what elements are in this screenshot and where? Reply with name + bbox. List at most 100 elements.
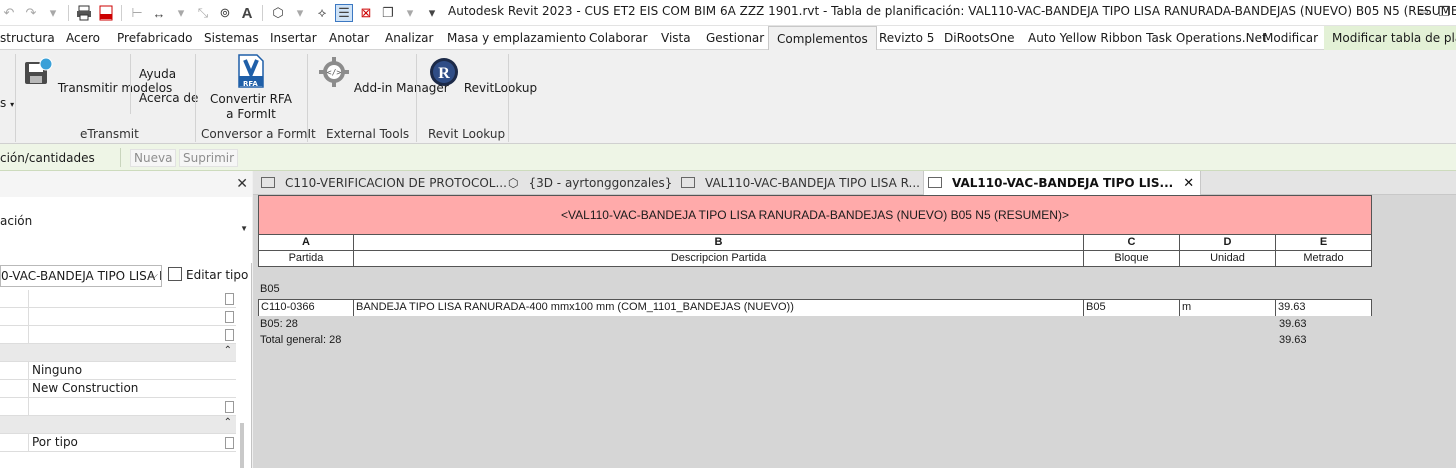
cell-bloque[interactable]: B05 — [1084, 300, 1180, 316]
schedule-title[interactable]: <VAL110-VAC-BANDEJA TIPO LISA RANURADA-B… — [258, 195, 1372, 235]
collapse-icon[interactable]: ⌃ — [224, 417, 232, 428]
transmit-models-button[interactable]: Transmitir modelos — [22, 56, 172, 96]
tag-icon[interactable]: ⊚ — [216, 4, 234, 22]
dimension-icon[interactable]: ↔ — [150, 4, 168, 22]
angle-icon[interactable]: ⤡ — [194, 4, 212, 22]
view-tab[interactable]: C110-VERIFICACION DE PROTOCOL... — [261, 171, 507, 195]
header-descripcion[interactable]: Descripcion Partida — [354, 251, 1084, 267]
3d-view-icon[interactable]: ⬡ — [269, 4, 287, 22]
tab-anotar[interactable]: Anotar — [329, 26, 369, 50]
tab-prefabricado[interactable]: Prefabricado — [117, 26, 192, 50]
instance-selector[interactable]: 0-VAC-BANDEJA TIPO LISA F ⌵ — [0, 265, 162, 287]
edit-type-button[interactable]: Editar tipo — [168, 265, 248, 287]
tab-analizar[interactable]: Analizar — [385, 26, 433, 50]
tab-complementos[interactable]: Complementos — [768, 26, 877, 51]
column-letter-e[interactable]: E — [1276, 235, 1372, 251]
cell-partida[interactable]: C110-0366 — [258, 300, 354, 316]
close-icon[interactable]: ✕ — [236, 175, 248, 192]
switch-dropdown-icon[interactable]: ▾ — [401, 4, 419, 22]
edit-type-label: Editar tipo — [186, 268, 249, 282]
convert-rfa-button[interactable]: RFA Convertir RFA a FormIt — [210, 54, 292, 122]
nueva-button[interactable]: Nueva — [130, 149, 177, 167]
property-browse-button[interactable] — [225, 329, 234, 341]
grand-total-value[interactable]: 39.63 — [1279, 334, 1307, 346]
property-group-header[interactable]: ⌃ — [0, 344, 236, 362]
switch-windows-icon[interactable]: ❐ — [379, 4, 397, 22]
properties-scrollbar[interactable] — [240, 423, 244, 468]
property-row[interactable] — [0, 308, 236, 326]
print-icon[interactable] — [75, 4, 93, 22]
subtotal-value[interactable]: 39.63 — [1279, 318, 1307, 330]
redo-icon[interactable]: ↷ — [22, 4, 40, 22]
close-hidden-icon[interactable]: ⊠ — [357, 4, 375, 22]
revit-lookup-icon: R — [430, 58, 458, 86]
suprimir-button[interactable]: Suprimir — [179, 149, 239, 167]
dimension-dropdown-icon[interactable]: ▾ — [172, 4, 190, 22]
column-letter-c[interactable]: C — [1084, 235, 1180, 251]
tab-modificar-tabla[interactable]: Modificar tabla de plan — [1324, 26, 1456, 50]
property-browse-button[interactable] — [225, 401, 234, 413]
schedule-icon — [681, 177, 695, 188]
property-row[interactable] — [0, 326, 236, 344]
tab-gestionar[interactable]: Gestionar — [706, 26, 764, 50]
measure-icon[interactable]: ⊢ — [128, 4, 146, 22]
search-back-icon[interactable]: ⇦ — [1417, 4, 1428, 20]
3d-dropdown-icon[interactable]: ▾ — [291, 4, 309, 22]
add-in-manager-button[interactable]: </> Add-in Manager — [318, 56, 449, 96]
ayuda-button[interactable]: Ayuda — [139, 67, 176, 82]
property-browse-button[interactable] — [225, 293, 234, 305]
tab-modificar[interactable]: Modificar — [1263, 26, 1318, 50]
property-row[interactable]: Ninguno — [0, 362, 236, 380]
tab-vista[interactable]: Vista — [661, 26, 691, 50]
property-value: Ninguno — [32, 363, 83, 377]
header-partida[interactable]: Partida — [258, 251, 354, 267]
cell-metrado[interactable]: 39.63 — [1276, 300, 1372, 316]
text-icon[interactable]: A — [238, 4, 256, 22]
title-right-icons: ⇦ ❐ — [1417, 4, 1450, 20]
property-row[interactable] — [0, 398, 236, 416]
revit-lookup-button[interactable]: R RevitLookup — [428, 56, 537, 96]
tab-estructura[interactable]: structura — [0, 26, 55, 50]
tab-auto-yellow-ribbon[interactable]: Auto Yellow Ribbon Task Operations.Net — [1028, 26, 1267, 50]
close-icon[interactable]: ✕ — [1183, 176, 1194, 191]
dropdown-icon[interactable]: ▾ — [44, 4, 62, 22]
tab-colaborar[interactable]: Colaborar — [589, 26, 648, 50]
column-letter-b[interactable]: B — [354, 235, 1084, 251]
subtotal-label[interactable]: B05: 28 — [260, 318, 298, 330]
thin-lines-icon[interactable]: ☰ — [335, 4, 353, 22]
cell-descripcion[interactable]: BANDEJA TIPO LISA RANURADA-400 mmx100 mm… — [354, 300, 1084, 316]
group-header[interactable]: B05 — [260, 283, 280, 295]
section-icon[interactable]: ⟡ — [313, 4, 331, 22]
collapse-icon[interactable]: ⌃ — [224, 345, 232, 356]
header-unidad[interactable]: Unidad — [1180, 251, 1276, 267]
tab-acero[interactable]: Acero — [66, 26, 100, 50]
tab-revizto[interactable]: Revizto 5 — [879, 26, 934, 50]
chevron-down-icon[interactable]: ▼ — [240, 224, 248, 233]
partial-left-button[interactable]: s ▾ — [0, 96, 14, 112]
tab-masa-emplazamiento[interactable]: Masa y emplazamiento — [447, 26, 586, 50]
view-tab[interactable]: VAL110-VAC-BANDEJA TIPO LISA R... — [681, 171, 920, 195]
header-metrado[interactable]: Metrado — [1276, 251, 1372, 267]
cell-unidad[interactable]: m — [1180, 300, 1276, 316]
property-group-header[interactable]: ⌃ — [0, 416, 236, 434]
customize-qat-icon[interactable]: ▾ — [423, 4, 441, 22]
grand-total-label[interactable]: Total general: 28 — [260, 334, 341, 346]
column-letter-a[interactable]: A — [258, 235, 354, 251]
view-tab[interactable]: ⬡ {3D - ayrtonggonzales} — [508, 171, 672, 195]
view-tab-active[interactable]: VAL110-VAC-BANDEJA TIPO LIS... ✕ — [923, 171, 1202, 195]
property-browse-button[interactable] — [225, 311, 234, 323]
pdf-icon[interactable] — [97, 4, 115, 22]
table-row[interactable]: C110-0366 BANDEJA TIPO LISA RANURADA-400… — [258, 299, 1372, 316]
column-letter-d[interactable]: D — [1180, 235, 1276, 251]
tab-sistemas[interactable]: Sistemas — [204, 26, 259, 50]
tab-insertar[interactable]: Insertar — [270, 26, 317, 50]
header-bloque[interactable]: Bloque — [1084, 251, 1180, 267]
undo-icon[interactable]: ↶ — [0, 4, 18, 22]
property-row[interactable] — [0, 290, 236, 308]
property-row[interactable]: New Construction — [0, 380, 236, 398]
acerca-de-button[interactable]: Acerca de — [139, 91, 198, 106]
tab-dirootsone[interactable]: DiRootsOne — [944, 26, 1014, 50]
property-browse-button[interactable] — [225, 437, 234, 449]
property-row[interactable]: Por tipo — [0, 434, 236, 452]
infocenter-icon[interactable]: ❐ — [1438, 4, 1450, 20]
